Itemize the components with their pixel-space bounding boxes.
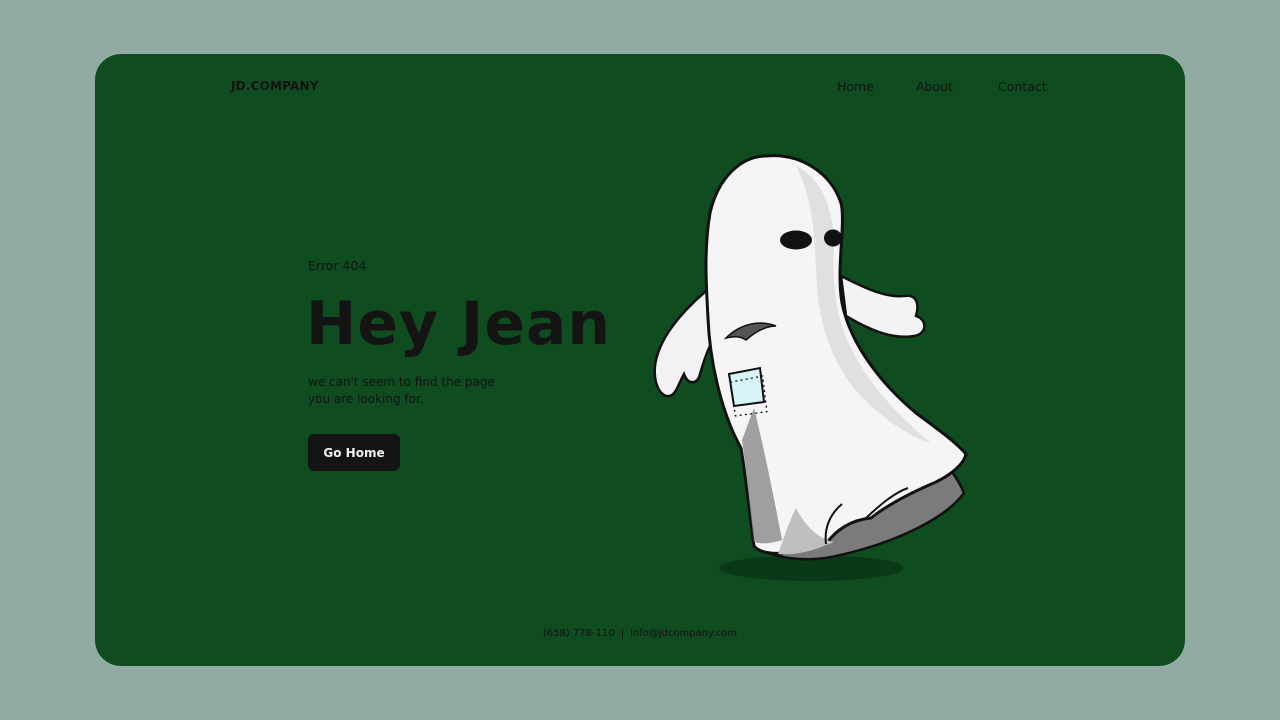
error-message-line-1: we can't seem to find the page [308, 375, 495, 389]
error-card: JD.COMPANY Home About Contact Error 404 … [95, 54, 1185, 666]
footer-phone[interactable]: (658) 778-110 [543, 628, 615, 639]
footer-separator: | [620, 628, 625, 639]
error-code: Error 404 [308, 258, 367, 273]
brand-logo[interactable]: JD.COMPANY [231, 79, 319, 93]
nav-contact-link[interactable]: Contact [998, 79, 1047, 94]
nav-about-link[interactable]: About [916, 79, 953, 94]
footer-email[interactable]: info@jdcompany.com [630, 628, 737, 639]
go-home-button[interactable]: Go Home [308, 434, 400, 471]
footer-contact: (658) 778-110 | info@jdcompany.com [95, 628, 1185, 639]
nav-home-link[interactable]: Home [837, 79, 874, 94]
ghost-illustration [653, 154, 968, 581]
error-message-line-2: you are looking for. [308, 392, 424, 406]
page-title: Hey Jean [306, 289, 612, 359]
error-message: we can't seem to find the page you are l… [308, 374, 528, 408]
